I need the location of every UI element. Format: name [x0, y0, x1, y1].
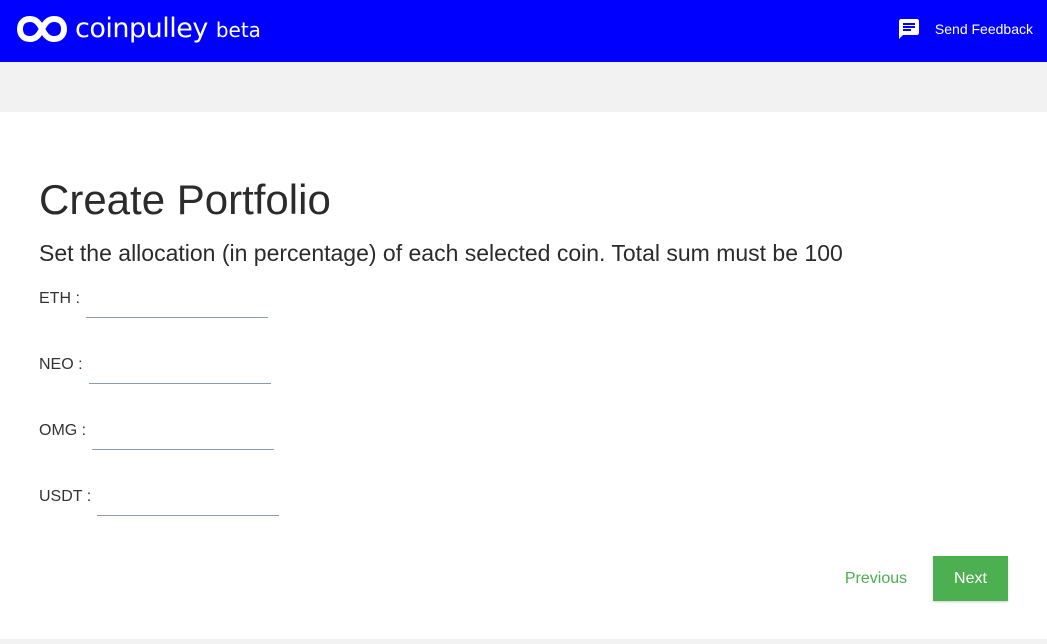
page-title: Create Portfolio	[39, 176, 331, 223]
coin-label-neo: NEO :	[39, 356, 83, 373]
previous-button[interactable]: Previous	[832, 556, 920, 601]
send-feedback-label: Send Feedback	[934, 21, 1033, 37]
allocation-input-eth[interactable]	[85, 291, 268, 318]
beta-badge: beta	[215, 18, 261, 42]
feedback-message-icon	[898, 19, 919, 39]
page-header-band	[0, 62, 1047, 112]
coin-label-omg: OMG :	[39, 422, 87, 439]
allocation-input-omg[interactable]	[92, 423, 275, 450]
coin-row-usdt: USDT :	[39, 487, 280, 516]
allocation-input-neo[interactable]	[88, 357, 271, 384]
coin-label-usdt: USDT :	[39, 488, 92, 505]
top-app-bar: coinpulley beta Send Feedback	[0, 0, 1047, 62]
next-button[interactable]: Next	[933, 556, 1008, 601]
infinity-icon	[17, 16, 67, 42]
page-footer-band	[0, 639, 1047, 644]
allocation-input-usdt[interactable]	[97, 489, 280, 516]
coin-label-eth: ETH :	[39, 290, 80, 307]
brand-name: coinpulley	[75, 13, 208, 44]
coin-row-omg: OMG :	[39, 421, 275, 450]
brand-logo[interactable]: coinpulley beta	[17, 9, 261, 49]
coin-row-neo: NEO :	[39, 355, 271, 384]
coin-row-eth: ETH :	[39, 289, 268, 318]
allocation-instructions: Set the allocation (in percentage) of ea…	[39, 240, 843, 266]
send-feedback-button[interactable]: Send Feedback	[897, 17, 1033, 41]
